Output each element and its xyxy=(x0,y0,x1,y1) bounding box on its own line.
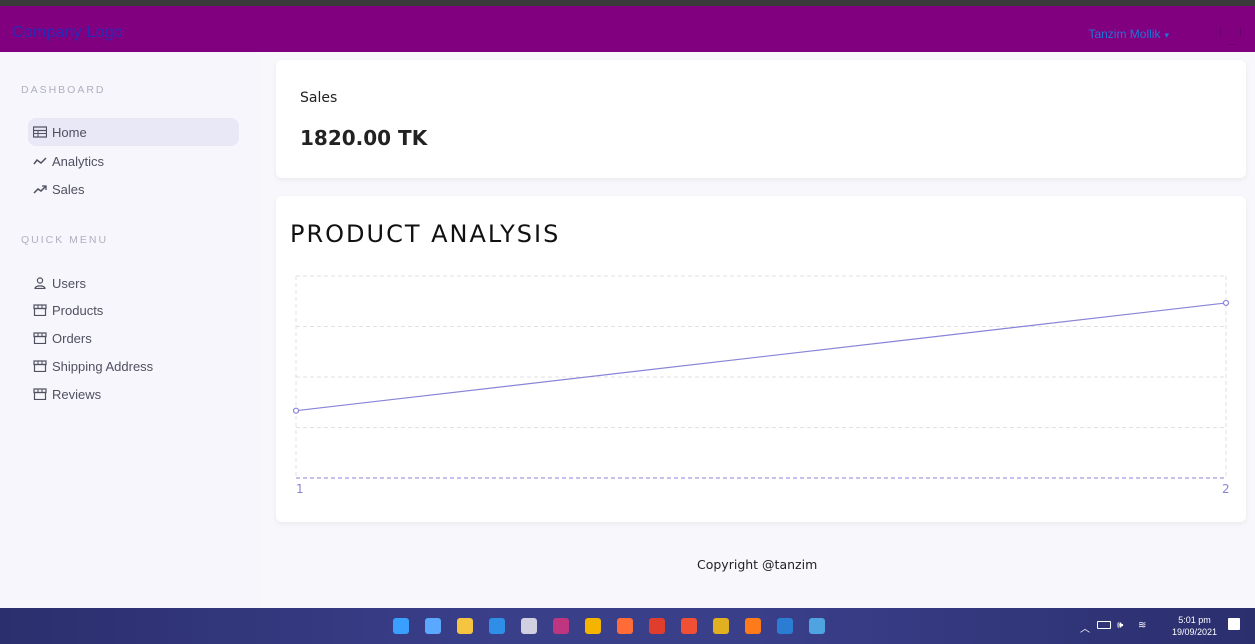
sidebar-item-label: Orders xyxy=(52,330,92,346)
phpstorm-icon[interactable] xyxy=(553,618,569,634)
person-icon xyxy=(32,276,48,290)
sidebar-item-shipping-address[interactable]: Shipping Address xyxy=(28,352,239,380)
sidebar-item-sales[interactable]: Sales xyxy=(28,175,239,203)
storefront-icon xyxy=(32,359,48,373)
sidebar-section-quick-menu: QUICK MENU xyxy=(21,234,109,246)
app-icon[interactable] xyxy=(713,618,729,634)
company-logo[interactable]: Company Logo xyxy=(12,24,123,42)
user-name: Tanzim Mollik xyxy=(1088,27,1161,41)
windows-start-icon[interactable] xyxy=(393,618,409,634)
top-navbar: Company Logo Tanzim Mollik ▾ xyxy=(0,6,1255,52)
storefront-icon xyxy=(32,331,48,345)
chevron-down-icon: ▾ xyxy=(1164,30,1169,40)
timeline-icon xyxy=(32,154,48,168)
firefox-icon[interactable] xyxy=(745,618,761,634)
sidebar-item-orders[interactable]: Orders xyxy=(28,324,239,352)
data-point xyxy=(1222,299,1230,307)
notification-icon[interactable] xyxy=(1228,618,1240,630)
sidebar-item-label: Sales xyxy=(52,181,85,197)
file-explorer-icon[interactable] xyxy=(457,618,473,634)
storefront-icon xyxy=(32,387,48,401)
series-line xyxy=(295,302,1227,412)
x-tick-label: 2 xyxy=(1222,482,1230,496)
battery-icon[interactable] xyxy=(1097,621,1111,629)
footer-copyright: Copyright @tanzim xyxy=(697,557,818,572)
chrome-icon[interactable] xyxy=(585,618,601,634)
app-icon[interactable] xyxy=(521,618,537,634)
sidebar-item-users[interactable]: Users xyxy=(28,269,239,297)
sidebar-item-label: Users xyxy=(52,275,86,291)
photos-icon[interactable] xyxy=(809,618,825,634)
product-analysis-card: PRODUCT ANALYSIS 12 xyxy=(276,196,1246,522)
system-clock[interactable]: 5:01 pm 19/09/2021 xyxy=(1172,614,1217,638)
sales-card: Sales 1820.00 TK xyxy=(276,60,1246,178)
table-icon xyxy=(32,125,48,139)
storefront-icon xyxy=(32,303,48,317)
volume-icon[interactable]: 🕪 xyxy=(1117,620,1123,631)
sales-label: Sales xyxy=(300,90,338,106)
x-tick-label: 1 xyxy=(296,482,304,496)
menu-toggle-icon[interactable] xyxy=(1212,28,1242,48)
sidebar-item-label: Reviews xyxy=(52,386,102,402)
sidebar-item-label: Analytics xyxy=(52,153,105,169)
obs-icon[interactable] xyxy=(649,618,665,634)
clock-time: 5:01 pm xyxy=(1178,615,1211,625)
wifi-icon[interactable]: ≋ xyxy=(1138,620,1146,631)
sidebar-item-label: Shipping Address xyxy=(52,358,154,374)
sales-value: 1820.00 TK xyxy=(300,126,428,150)
sidebar-item-home[interactable]: Home xyxy=(28,118,239,146)
clock-date: 19/09/2021 xyxy=(1172,627,1218,637)
sidebar-section-dashboard: DASHBOARD xyxy=(21,84,106,96)
sidebar: DASHBOARD Home Analytics Sales QUICK MEN… xyxy=(0,52,260,608)
sidebar-item-label: Home xyxy=(52,124,87,140)
sidebar-item-analytics[interactable]: Analytics xyxy=(28,147,239,175)
user-dropdown[interactable]: Tanzim Mollik ▾ xyxy=(1088,27,1169,41)
sidebar-item-label: Products xyxy=(52,302,104,318)
postman-icon[interactable] xyxy=(617,618,633,634)
widgets-icon[interactable] xyxy=(425,618,441,634)
data-point xyxy=(292,407,300,414)
trending-up-icon xyxy=(32,182,48,196)
git-icon[interactable] xyxy=(681,618,697,634)
tray-chevron-up-icon[interactable]: ︿ xyxy=(1080,620,1090,635)
sidebar-item-products[interactable]: Products xyxy=(28,296,239,324)
sidebar-item-reviews[interactable]: Reviews xyxy=(28,380,239,408)
windows-taskbar: ︿ 🕪 ≋ 5:01 pm 19/09/2021 xyxy=(0,608,1255,644)
word-icon[interactable] xyxy=(777,618,793,634)
vscode-icon[interactable] xyxy=(489,618,505,634)
line-chart: 12 xyxy=(292,275,1230,496)
